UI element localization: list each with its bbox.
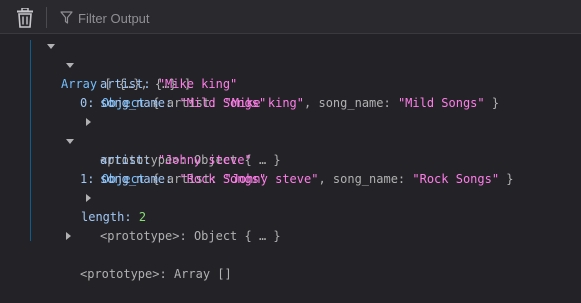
property-key: artist: bbox=[100, 77, 151, 91]
item-0-prototype-row[interactable]: <prototype>: Object { … } bbox=[86, 113, 281, 167]
expand-down-icon[interactable] bbox=[47, 44, 55, 49]
property-value: "Mike king" bbox=[157, 77, 238, 91]
array-prototype-row[interactable]: <prototype>: Array [] bbox=[66, 227, 232, 281]
filter-output-input[interactable] bbox=[78, 8, 378, 28]
prototype-value: Array [] bbox=[173, 267, 232, 281]
toolbar-separator bbox=[46, 7, 47, 28]
item-1-artist-row: artist: "Johny steve" bbox=[100, 151, 252, 170]
property-value: "Mild Songs" bbox=[179, 96, 267, 110]
item-0-summary-close: } bbox=[484, 96, 500, 110]
property-key: song_name: bbox=[100, 172, 173, 186]
length-value: 2 bbox=[138, 210, 147, 224]
array-root-row[interactable]: Array [ {…}, {…} ] bbox=[47, 37, 191, 91]
item-0-summary-mid: , song_name: bbox=[304, 96, 398, 110]
item-1-song-row: song_name: "Rock Songs" bbox=[100, 170, 266, 189]
property-value: "Rock Songs" bbox=[179, 172, 267, 186]
item-0-row[interactable]: 0: Object { artist: "Mike king", song_na… bbox=[66, 56, 499, 110]
property-key: song_name: bbox=[100, 96, 173, 110]
expand-right-icon[interactable] bbox=[86, 194, 91, 202]
property-value: "Johny steve" bbox=[157, 153, 252, 167]
item-1-summary-mid: , song_name: bbox=[318, 172, 413, 186]
prototype-key: <prototype>: bbox=[80, 267, 167, 281]
console-toolbar bbox=[0, 0, 581, 34]
item-0-summary-song: "Mild Songs" bbox=[397, 96, 485, 110]
expand-down-icon[interactable] bbox=[66, 139, 74, 144]
property-key: artist: bbox=[100, 153, 151, 167]
console-output: Array [ {…}, {…} ] 0: Object { artist: "… bbox=[0, 34, 581, 281]
item-0-index: 0: bbox=[80, 96, 95, 110]
tree-guide-line bbox=[30, 40, 31, 241]
item-1-summary-song: "Rock Songs" bbox=[412, 172, 500, 186]
item-1-row[interactable]: 1: Object { artist: "Johny steve", song_… bbox=[66, 132, 514, 186]
expand-right-icon[interactable] bbox=[86, 118, 91, 126]
expand-right-icon[interactable] bbox=[66, 232, 71, 240]
expand-down-icon[interactable] bbox=[66, 63, 74, 68]
item-1-prototype-row[interactable]: <prototype>: Object { … } bbox=[86, 189, 281, 243]
length-key: length: bbox=[81, 210, 132, 224]
item-1-summary-close: } bbox=[499, 172, 514, 186]
item-1-index: 1: bbox=[80, 172, 95, 186]
item-0-artist-row: artist: "Mike king" bbox=[100, 75, 237, 94]
funnel-icon bbox=[60, 11, 73, 24]
length-row: length: 2 bbox=[81, 208, 146, 227]
item-0-song-row: song_name: "Mild Songs" bbox=[100, 94, 266, 113]
trash-icon[interactable] bbox=[16, 7, 34, 28]
